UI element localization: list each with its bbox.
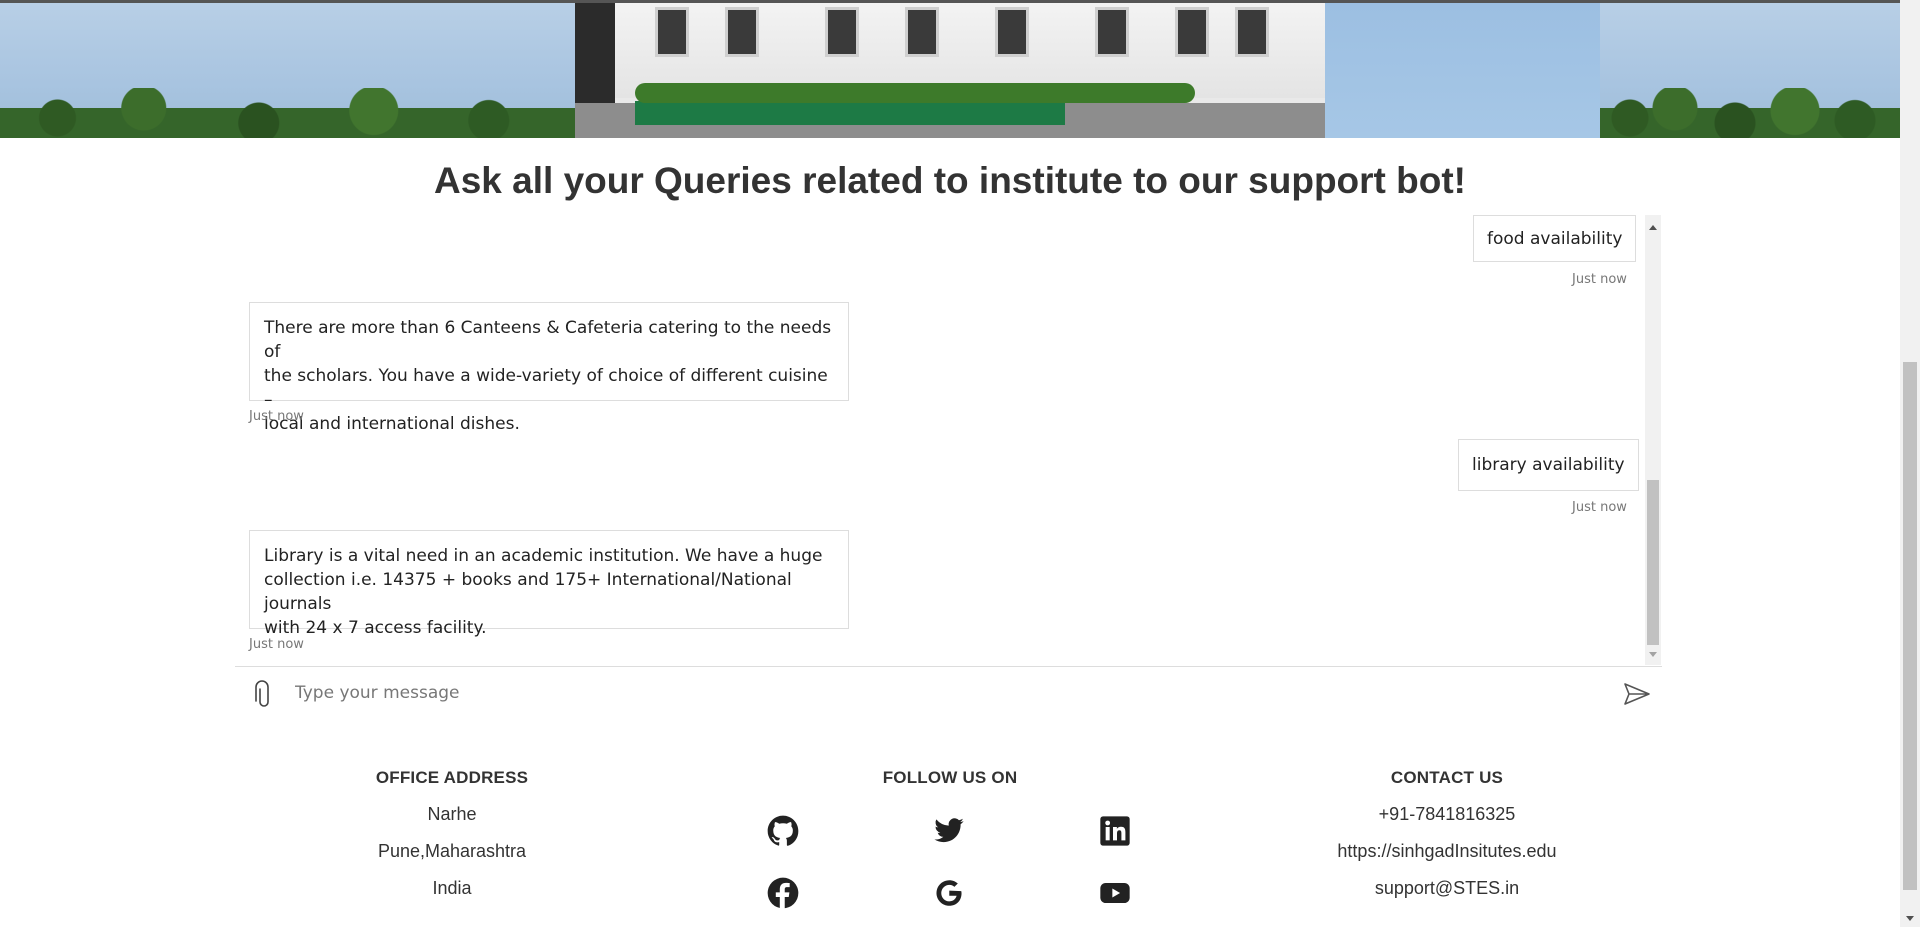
page-scroll-down-arrow-icon[interactable] [1906, 916, 1914, 921]
office-address-heading: OFFICE ADDRESS [375, 768, 529, 787]
chat-messages[interactable]: food availability Just now There are mor… [235, 215, 1645, 665]
contact-us-section: CONTACT US +91-7841816325 https://sinhga… [1297, 768, 1597, 899]
scroll-down-arrow-icon[interactable] [1649, 652, 1657, 657]
google-icon[interactable] [932, 876, 966, 910]
bot-message-bubble: Library is a vital need in an academic i… [249, 530, 849, 638]
office-address-section: OFFICE ADDRESS Narhe Pune,Maharashtra In… [352, 768, 552, 899]
banner-trees-left [0, 88, 575, 138]
banner-trees-right [1600, 88, 1900, 138]
user-message-text: library availability [1472, 455, 1625, 475]
bot-message-line: with 24 x 7 access facility. [264, 618, 487, 638]
banner-building [575, 3, 1325, 138]
bot-message-line: collection i.e. 14375 + books and 175+ I… [264, 570, 792, 614]
contact-website[interactable]: https://sinhgadInsitutes.edu [1297, 840, 1597, 862]
message-timestamp: Just now [1572, 500, 1627, 515]
address-line: Pune,Maharashtra [377, 841, 527, 861]
facebook-icon[interactable] [766, 876, 800, 910]
scroll-up-arrow-icon[interactable] [1649, 225, 1657, 230]
user-message-text: food availability [1487, 229, 1623, 249]
github-icon[interactable] [766, 814, 800, 848]
bot-message-line: local and international dishes. [264, 414, 520, 434]
message-timestamp: Just now [249, 409, 304, 424]
user-message-bubble: library availability [1458, 439, 1639, 491]
bot-message-line: Library is a vital need in an academic i… [264, 546, 823, 566]
linkedin-icon[interactable] [1098, 814, 1132, 848]
send-icon[interactable] [1622, 679, 1652, 709]
address-line: Narhe [427, 804, 477, 824]
bot-message-line: There are more than 6 Canteens & Cafeter… [264, 318, 832, 362]
message-composer [235, 666, 1662, 718]
follow-us-heading: FOLLOW US ON [882, 768, 1018, 787]
bot-message-line: the scholars. You have a wide-variety of… [264, 366, 828, 410]
page-scrollbar-thumb[interactable] [1903, 362, 1917, 890]
campus-banner-image [0, 3, 1900, 138]
contact-phone[interactable]: +91-7841816325 [1297, 803, 1597, 825]
chat-window[interactable]: food availability Just now There are mor… [235, 215, 1662, 665]
bot-message-bubble: There are more than 6 Canteens & Cafeter… [249, 302, 849, 434]
page-scrollbar[interactable] [1900, 0, 1920, 927]
follow-us-section: FOLLOW US ON [850, 768, 1050, 788]
paperclip-icon[interactable] [251, 680, 277, 710]
twitter-icon[interactable] [932, 814, 966, 848]
contact-us-heading: CONTACT US [1390, 768, 1504, 787]
address-line: India [432, 878, 472, 898]
chat-scrollbar[interactable] [1645, 215, 1661, 665]
chat-scrollbar-thumb[interactable] [1647, 480, 1659, 645]
youtube-icon[interactable] [1098, 876, 1132, 910]
message-input[interactable] [295, 675, 1545, 711]
page-title: Ask all your Queries related to institut… [434, 160, 1466, 201]
message-timestamp: Just now [249, 637, 304, 652]
contact-email[interactable]: support@STES.in [1297, 877, 1597, 899]
user-message-bubble: food availability [1473, 215, 1637, 262]
message-timestamp: Just now [1572, 272, 1627, 287]
